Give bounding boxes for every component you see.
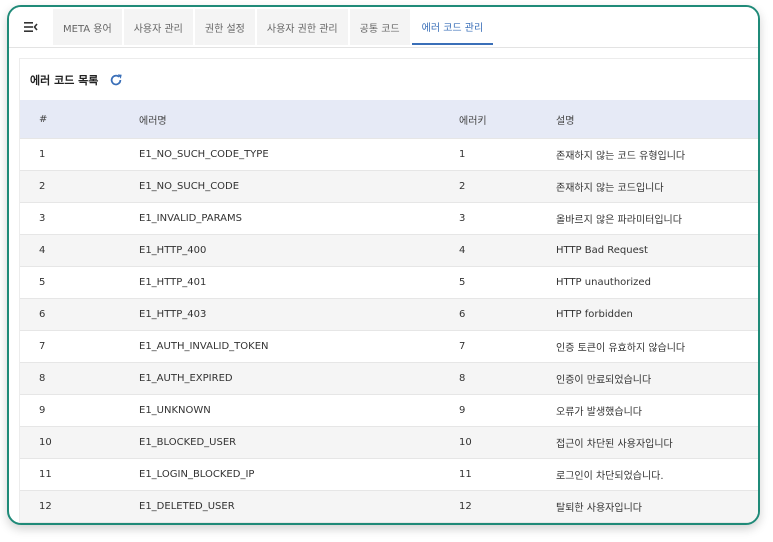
- table-row[interactable]: 9 E1_UNKNOWN 9 오류가 발생했습니다: [20, 394, 758, 427]
- cell-description: 존재하지 않는 코드입니다: [556, 170, 758, 203]
- cell-description: 오류가 발생했습니다: [556, 394, 758, 427]
- cell-error-name: E1_NO_SUCH_CODE_TYPE: [139, 138, 459, 171]
- cell-error-key: 7: [459, 330, 556, 363]
- cell-description: 접근이 차단된 사용자입니다: [556, 426, 758, 459]
- cell-number: 11: [20, 458, 139, 491]
- table-row[interactable]: 3 E1_INVALID_PARAMS 3 올바르지 않은 파라미터입니다: [20, 202, 758, 235]
- refresh-icon[interactable]: [108, 72, 124, 88]
- cell-description: 탈퇴한 사용자입니다: [556, 490, 758, 523]
- app-window: META 용어 사용자 관리 권한 설정 사용자 권한 관리 공통 코드 에러 …: [7, 5, 760, 525]
- cell-description: 인증 토큰이 유효하지 않습니다: [556, 330, 758, 363]
- cell-number: 3: [20, 202, 139, 235]
- error-code-panel: 에러 코드 목록 # 에러명 에러키 설명 1 E1_NO_SUCH_CODE_T…: [19, 58, 758, 523]
- cell-description: 올바르지 않은 파라미터입니다: [556, 202, 758, 235]
- error-code-table: # 에러명 에러키 설명 1 E1_NO_SUCH_CODE_TYPE 1 존재하지 …: [20, 100, 758, 523]
- column-header-number[interactable]: #: [20, 100, 139, 139]
- cell-description: 존재하지 않는 코드 유형입니다: [556, 138, 758, 171]
- cell-error-key: 6: [459, 298, 556, 331]
- cell-error-key: 5: [459, 266, 556, 299]
- cell-error-name: E1_HTTP_403: [139, 298, 459, 331]
- cell-error-key: 4: [459, 234, 556, 267]
- table-row[interactable]: 12 E1_DELETED_USER 12 탈퇴한 사용자입니다: [20, 490, 758, 523]
- cell-error-name: E1_UNKNOWN: [139, 394, 459, 427]
- table-row[interactable]: 5 E1_HTTP_401 5 HTTP unauthorized: [20, 266, 758, 299]
- cell-error-key: 11: [459, 458, 556, 491]
- section-title: 에러 코드 목록: [30, 73, 99, 87]
- cell-error-name: E1_NO_SUCH_CODE: [139, 170, 459, 203]
- cell-number: 2: [20, 170, 139, 203]
- cell-description: 로그인이 차단되었습니다.: [556, 458, 758, 491]
- column-header-error-key[interactable]: 에러키: [459, 100, 556, 139]
- tab-user-permission-management[interactable]: 사용자 권한 관리: [256, 9, 348, 45]
- cell-error-name: E1_HTTP_401: [139, 266, 459, 299]
- cell-error-key: 3: [459, 202, 556, 235]
- tab-permission-settings[interactable]: 권한 설정: [194, 9, 255, 45]
- cell-number: 10: [20, 426, 139, 459]
- cell-error-name: E1_AUTH_INVALID_TOKEN: [139, 330, 459, 363]
- column-header-description[interactable]: 설명: [556, 100, 758, 139]
- cell-error-name: E1_LOGIN_BLOCKED_IP: [139, 458, 459, 491]
- cell-number: 7: [20, 330, 139, 363]
- cell-number: 12: [20, 490, 139, 523]
- cell-description: HTTP forbidden: [556, 298, 758, 331]
- table-row[interactable]: 1 E1_NO_SUCH_CODE_TYPE 1 존재하지 않는 코드 유형입니다: [20, 138, 758, 171]
- table-header-row: # 에러명 에러키 설명: [20, 100, 758, 139]
- cell-error-name: E1_HTTP_400: [139, 234, 459, 267]
- cell-description: HTTP unauthorized: [556, 266, 758, 299]
- table-row[interactable]: 10 E1_BLOCKED_USER 10 접근이 차단된 사용자입니다: [20, 426, 758, 459]
- table-row[interactable]: 11 E1_LOGIN_BLOCKED_IP 11 로그인이 차단되었습니다.: [20, 458, 758, 491]
- cell-number: 8: [20, 362, 139, 395]
- cell-error-key: 2: [459, 170, 556, 203]
- table-row[interactable]: 6 E1_HTTP_403 6 HTTP forbidden: [20, 298, 758, 331]
- cell-number: 5: [20, 266, 139, 299]
- table-row[interactable]: 7 E1_AUTH_INVALID_TOKEN 7 인증 토큰이 유효하지 않습니다: [20, 330, 758, 363]
- section-header: 에러 코드 목록: [20, 59, 758, 100]
- cell-number: 6: [20, 298, 139, 331]
- cell-error-name: E1_AUTH_EXPIRED: [139, 362, 459, 395]
- column-header-error-name[interactable]: 에러명: [139, 100, 459, 139]
- tab-meta-terms[interactable]: META 용어: [53, 9, 122, 45]
- cell-number: 4: [20, 234, 139, 267]
- cell-error-name: E1_INVALID_PARAMS: [139, 202, 459, 235]
- cell-error-name: E1_BLOCKED_USER: [139, 426, 459, 459]
- cell-number: 9: [20, 394, 139, 427]
- tab-bar: META 용어 사용자 관리 권한 설정 사용자 권한 관리 공통 코드 에러 …: [9, 7, 758, 48]
- cell-error-key: 12: [459, 490, 556, 523]
- table-row[interactable]: 2 E1_NO_SUCH_CODE 2 존재하지 않는 코드입니다: [20, 170, 758, 203]
- tab-common-code[interactable]: 공통 코드: [349, 9, 410, 45]
- cell-description: 인증이 만료되었습니다: [556, 362, 758, 395]
- cell-error-key: 8: [459, 362, 556, 395]
- tab-user-management[interactable]: 사용자 관리: [123, 9, 193, 45]
- tab-error-code-management[interactable]: 에러 코드 관리: [411, 9, 494, 45]
- table-row[interactable]: 8 E1_AUTH_EXPIRED 8 인증이 만료되었습니다: [20, 362, 758, 395]
- cell-error-name: E1_DELETED_USER: [139, 490, 459, 523]
- cell-error-key: 9: [459, 394, 556, 427]
- cell-error-key: 1: [459, 138, 556, 171]
- cell-error-key: 10: [459, 426, 556, 459]
- cell-description: HTTP Bad Request: [556, 234, 758, 267]
- menu-collapse-icon[interactable]: [9, 7, 53, 47]
- cell-number: 1: [20, 138, 139, 171]
- table-row[interactable]: 4 E1_HTTP_400 4 HTTP Bad Request: [20, 234, 758, 267]
